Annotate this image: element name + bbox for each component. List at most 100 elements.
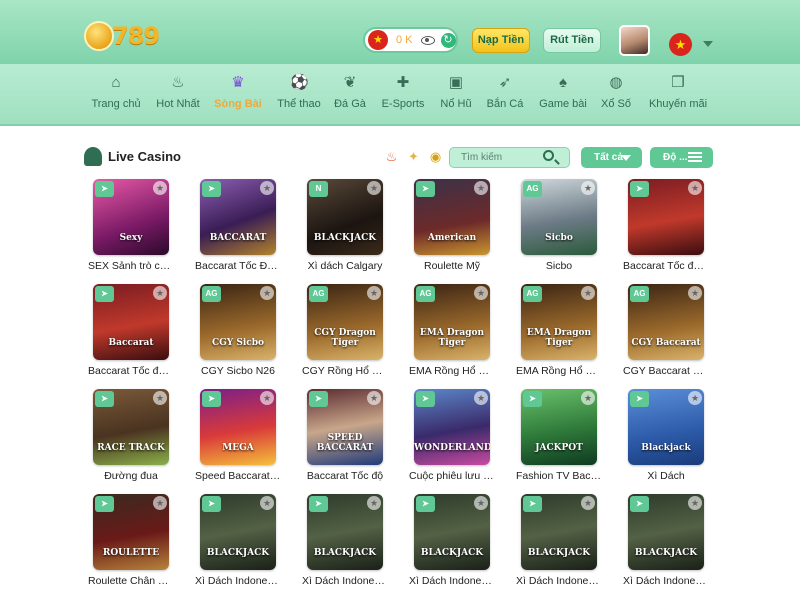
game-card[interactable]: AG ★ CGY Baccarat CGY Baccarat N15: [623, 284, 709, 377]
deposit-button[interactable]: Nạp Tiền: [472, 28, 530, 53]
game-card[interactable]: AG ★ EMA Dragon Tiger EMA Rồng Hổ M60: [409, 284, 495, 377]
game-card[interactable]: ➤ ★ WONDERLAND Cuộc phiêu lưu v...: [409, 389, 495, 482]
game-card[interactable]: ➤ ★ American Roulette Mỹ: [409, 179, 495, 272]
game-thumbnail[interactable]: ➤ ★ BLACKJACK: [521, 494, 597, 570]
game-thumbnail[interactable]: ➤ ★ SPEED BACCARAT: [307, 389, 383, 465]
avatar[interactable]: [619, 25, 650, 56]
game-card[interactable]: ➤ ★ BACCARAT Baccarat Tốc Độ ...: [195, 179, 281, 272]
game-name[interactable]: EMA Rồng Hổ M60: [409, 365, 495, 377]
game-card[interactable]: N ★ BLACKJACK Xì dách Calgary: [302, 179, 388, 272]
game-name[interactable]: CGY Baccarat N15: [623, 365, 709, 377]
game-thumbnail[interactable]: ➤ ★ MEGA: [200, 389, 276, 465]
game-thumbnail[interactable]: N ★ BLACKJACK: [307, 179, 383, 255]
nav-item[interactable]: ⌂ Trang chủ: [81, 74, 151, 110]
star-icon[interactable]: ★: [581, 391, 595, 405]
game-thumbnail[interactable]: ➤ ★ American: [414, 179, 490, 255]
game-card[interactable]: ➤ ★ Blackjack Xì Dách: [623, 389, 709, 482]
game-name[interactable]: Xì Dách Indonesi...: [302, 575, 388, 587]
game-name[interactable]: Xì Dách: [623, 470, 709, 482]
star-icon[interactable]: ★: [688, 181, 702, 195]
game-thumbnail[interactable]: AG ★ CGY Baccarat: [628, 284, 704, 360]
game-name[interactable]: Baccarat Tốc độ: [302, 470, 388, 482]
game-card[interactable]: ➤ ★ RACE TRACK Đường đua: [88, 389, 174, 482]
game-card[interactable]: ➤ ★ BLACKJACK Xì Dách Indonesi...: [195, 494, 281, 587]
game-thumbnail[interactable]: ➤ ★ JACKPOT: [521, 389, 597, 465]
game-thumbnail[interactable]: ➤ ★ BLACKJACK: [200, 494, 276, 570]
fire-icon[interactable]: ♨: [383, 148, 400, 165]
star-icon[interactable]: ★: [581, 496, 595, 510]
game-name[interactable]: Xì Dách Indonesi...: [516, 575, 602, 587]
game-thumbnail[interactable]: ➤ ★ BLACKJACK: [414, 494, 490, 570]
new-badge-icon[interactable]: ✦: [405, 148, 422, 165]
game-name[interactable]: Fashion TV Bacc...: [516, 470, 602, 482]
language-flag-icon[interactable]: [669, 33, 692, 56]
star-icon[interactable]: ★: [688, 286, 702, 300]
star-icon[interactable]: ★: [367, 496, 381, 510]
game-card[interactable]: AG ★ EMA Dragon Tiger EMA Rồng Hổ D60: [516, 284, 602, 377]
chevron-down-icon[interactable]: [703, 41, 713, 47]
game-thumbnail[interactable]: AG ★ EMA Dragon Tiger: [414, 284, 490, 360]
game-card[interactable]: AG ★ CGY Dragon Tiger CGY Rồng Hổ N20: [302, 284, 388, 377]
favorite-coin-icon[interactable]: ◉: [427, 148, 444, 165]
game-name[interactable]: SEX Sảnh trò chơi: [88, 260, 174, 272]
game-card[interactable]: ➤ ★ BLACKJACK Xì Dách Indonesi...: [302, 494, 388, 587]
game-thumbnail[interactable]: ➤ ★ BLACKJACK: [307, 494, 383, 570]
game-name[interactable]: Baccarat Tốc độ ...: [623, 260, 709, 272]
star-icon[interactable]: ★: [474, 181, 488, 195]
game-card[interactable]: ➤ ★ BLACKJACK Xì Dách Indonesi...: [409, 494, 495, 587]
game-name[interactable]: CGY Sicbo N26: [195, 365, 281, 377]
game-name[interactable]: Baccarat Tốc Độ ...: [195, 260, 281, 272]
game-name[interactable]: Speed Baccarat ...: [195, 470, 281, 482]
withdraw-button[interactable]: Rút Tiền: [543, 28, 601, 53]
game-thumbnail[interactable]: AG ★ CGY Dragon Tiger: [307, 284, 383, 360]
star-icon[interactable]: ★: [260, 496, 274, 510]
game-name[interactable]: Xì Dách Indonesi...: [409, 575, 495, 587]
game-card[interactable]: ➤ ★ Sexy SEX Sảnh trò chơi: [88, 179, 174, 272]
filter-dropdown[interactable]: Tất cả: [581, 147, 642, 168]
star-icon[interactable]: ★: [260, 286, 274, 300]
game-thumbnail[interactable]: AG ★ EMA Dragon Tiger: [521, 284, 597, 360]
star-icon[interactable]: ★: [474, 286, 488, 300]
star-icon[interactable]: ★: [474, 496, 488, 510]
game-thumbnail[interactable]: ➤ ★ WONDERLAND: [414, 389, 490, 465]
game-thumbnail[interactable]: ➤ ★ Blackjack: [628, 389, 704, 465]
game-card[interactable]: ➤ ★ Baccarat Baccarat Tốc độ ...: [88, 284, 174, 377]
search-icon[interactable]: [543, 150, 554, 161]
game-card[interactable]: ➤ ★ MEGA Speed Baccarat ...: [195, 389, 281, 482]
game-name[interactable]: CGY Rồng Hổ N20: [302, 365, 388, 377]
game-thumbnail[interactable]: ➤ ★ ROULETTE: [93, 494, 169, 570]
game-card[interactable]: ➤ ★ JACKPOT Fashion TV Bacc...: [516, 389, 602, 482]
star-icon[interactable]: ★: [688, 391, 702, 405]
game-card[interactable]: ➤ ★ BLACKJACK Xì Dách Indonesi...: [623, 494, 709, 587]
site-logo[interactable]: 789: [84, 20, 160, 52]
balance-display[interactable]: 0 K ↻: [363, 27, 458, 53]
game-card[interactable]: ➤ ★ Baccarat Tốc độ ...: [623, 179, 709, 272]
game-name[interactable]: Roulette Chân Th...: [88, 575, 174, 587]
star-icon[interactable]: ★: [474, 391, 488, 405]
star-icon[interactable]: ★: [153, 496, 167, 510]
star-icon[interactable]: ★: [367, 181, 381, 195]
game-thumbnail[interactable]: AG ★ CGY Sicbo: [200, 284, 276, 360]
eye-icon[interactable]: [420, 35, 435, 45]
game-thumbnail[interactable]: ➤ ★ RACE TRACK: [93, 389, 169, 465]
game-thumbnail[interactable]: ➤ ★ BACCARAT: [200, 179, 276, 255]
game-name[interactable]: EMA Rồng Hổ D60: [516, 365, 602, 377]
game-card[interactable]: AG ★ Sicbo Sicbo: [516, 179, 602, 272]
game-name[interactable]: Roulette Mỹ: [409, 260, 495, 272]
game-card[interactable]: ➤ ★ SPEED BACCARAT Baccarat Tốc độ: [302, 389, 388, 482]
game-name[interactable]: Đường đua: [88, 470, 174, 482]
sort-dropdown[interactable]: Độ ...: [650, 147, 713, 168]
star-icon[interactable]: ★: [153, 181, 167, 195]
star-icon[interactable]: ★: [688, 496, 702, 510]
nav-item[interactable]: ❒ Khuyến mãi: [641, 74, 715, 110]
game-card[interactable]: ➤ ★ BLACKJACK Xì Dách Indonesi...: [516, 494, 602, 587]
game-name[interactable]: Xì dách Calgary: [302, 260, 388, 272]
star-icon[interactable]: ★: [367, 391, 381, 405]
star-icon[interactable]: ★: [153, 286, 167, 300]
nav-item[interactable]: ♛ Sòng Bài: [203, 74, 273, 110]
game-name[interactable]: Cuộc phiêu lưu v...: [409, 470, 495, 482]
game-name[interactable]: Baccarat Tốc độ ...: [88, 365, 174, 377]
star-icon[interactable]: ★: [260, 391, 274, 405]
star-icon[interactable]: ★: [153, 391, 167, 405]
game-card[interactable]: AG ★ CGY Sicbo CGY Sicbo N26: [195, 284, 281, 377]
